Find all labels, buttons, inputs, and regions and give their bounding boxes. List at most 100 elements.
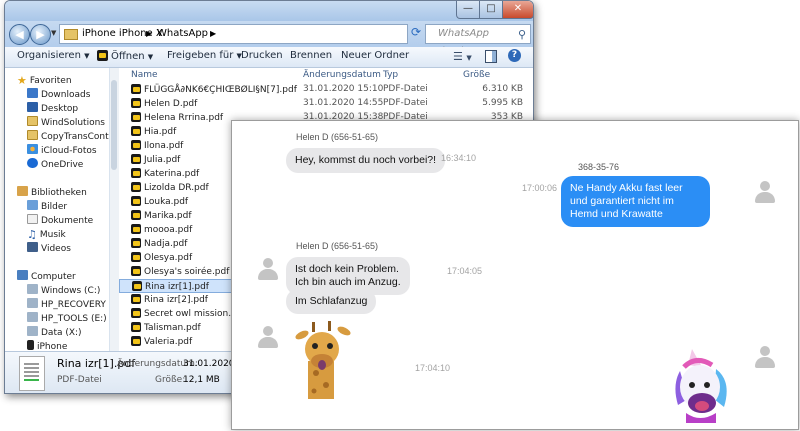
videos-icon bbox=[27, 242, 38, 252]
folder-icon bbox=[64, 29, 78, 40]
refresh-icon[interactable]: ⟳ bbox=[411, 25, 421, 39]
address-row: ◀ ▶ ▼ iPhone iPhone X ▶ WhatsApp ▶ ▼ ⟳ W… bbox=[5, 21, 533, 57]
minimize-button[interactable]: — bbox=[456, 1, 480, 19]
file-type: PDF-Datei bbox=[383, 84, 428, 94]
message-timestamp: 17:04:10 bbox=[415, 363, 451, 373]
file-name: Rina izr[2].pdf bbox=[131, 294, 208, 305]
pdf-icon bbox=[131, 266, 141, 276]
address-bar[interactable]: iPhone iPhone X ▶ WhatsApp ▶ ▼ bbox=[59, 24, 448, 44]
burn-button[interactable]: Brennen bbox=[290, 50, 332, 61]
file-name: Hia.pdf bbox=[131, 126, 176, 137]
pictures-icon bbox=[27, 200, 38, 210]
file-name: Secret owl mission.pdf bbox=[131, 308, 246, 319]
nav-favorites[interactable]: ★ Favoriten bbox=[17, 74, 121, 86]
search-input[interactable]: WhatsApp durchsuc... ⚲ bbox=[425, 24, 531, 57]
title-bar[interactable]: — □ ✕ bbox=[5, 1, 533, 21]
computer-icon bbox=[17, 270, 28, 280]
file-name: Julia.pdf bbox=[131, 154, 180, 165]
forward-button[interactable]: ▶ bbox=[30, 24, 51, 45]
pdf-icon bbox=[131, 336, 141, 346]
pdf-icon bbox=[131, 154, 141, 164]
navigation-pane: ★ Favoriten Downloads Desktop WindSolutio… bbox=[5, 68, 119, 352]
pdf-icon bbox=[131, 322, 141, 332]
file-name: Katerina.pdf bbox=[131, 168, 199, 179]
nav-computer[interactable]: Computer bbox=[17, 270, 121, 282]
incoming-message-bubble: Hey, kommst du noch vorbei?! bbox=[286, 148, 446, 173]
downloads-icon bbox=[27, 88, 38, 98]
file-size: 6.310 KB bbox=[482, 84, 523, 94]
nav-libraries[interactable]: Bibliotheken bbox=[17, 186, 121, 198]
detail-file-type: PDF-Datei bbox=[57, 375, 102, 385]
giraffe-sticker-icon bbox=[295, 321, 351, 399]
print-button[interactable]: Drucken bbox=[241, 50, 283, 61]
help-icon[interactable]: ? bbox=[508, 49, 521, 62]
phone-icon bbox=[27, 340, 34, 350]
outgoing-message-bubble: Ne Handy Akku fast leer und garantiert n… bbox=[561, 176, 710, 227]
unicorn-sticker-icon bbox=[675, 349, 727, 423]
scrollbar-thumb[interactable] bbox=[111, 80, 117, 170]
message-sender: 368-35-76 bbox=[578, 162, 620, 172]
file-name: Olesya.pdf bbox=[131, 252, 192, 263]
file-name: Olesya's soirée.pdf bbox=[131, 266, 229, 277]
breadcrumb-separator-icon[interactable]: ▶ bbox=[146, 25, 152, 43]
onedrive-cloud-icon bbox=[27, 158, 38, 168]
file-row[interactable]: Helen D.pdf 31.01.2020 14:55 PDF-Datei 5.99… bbox=[119, 97, 533, 111]
message-timestamp: 17:00:06 bbox=[522, 183, 558, 193]
file-name: Ilona.pdf bbox=[131, 140, 183, 151]
column-header-type[interactable]: Typ bbox=[383, 70, 398, 80]
pdf-icon bbox=[131, 224, 141, 234]
pdf-icon bbox=[131, 210, 141, 220]
pdf-icon bbox=[131, 238, 141, 248]
pdf-icon bbox=[131, 294, 141, 304]
folder-icon bbox=[27, 130, 38, 140]
file-date: 31.01.2020 15:10 bbox=[303, 84, 384, 94]
breadcrumb-whatsapp[interactable]: WhatsApp bbox=[157, 25, 208, 43]
pdf-icon bbox=[131, 196, 141, 206]
pdf-icon bbox=[131, 252, 141, 262]
recent-pages-chevron-icon[interactable]: ▼ bbox=[51, 29, 56, 37]
nav-scrollbar[interactable] bbox=[109, 68, 119, 351]
drive-icon bbox=[27, 298, 38, 308]
column-header-size[interactable]: Größe bbox=[463, 70, 490, 80]
column-header-date[interactable]: Änderungsdatum bbox=[303, 70, 381, 80]
back-button[interactable]: ◀ bbox=[9, 24, 30, 45]
libraries-icon bbox=[17, 186, 28, 196]
breadcrumb-separator-icon[interactable]: ▶ bbox=[210, 25, 216, 43]
share-button[interactable]: Freigeben für ▼ bbox=[167, 50, 242, 61]
pdf-icon bbox=[131, 112, 141, 122]
file-name: Valeria.pdf bbox=[131, 336, 192, 347]
command-bar: Organisieren ▼ Öffnen ▼ Freigeben für ▼ … bbox=[5, 47, 533, 68]
icloud-photos-icon bbox=[27, 144, 38, 154]
search-icon[interactable]: ⚲ bbox=[518, 26, 526, 44]
close-button[interactable]: ✕ bbox=[502, 1, 533, 19]
pdf-icon bbox=[131, 98, 141, 108]
message-timestamp: 16:34:10 bbox=[441, 153, 477, 163]
file-name: moooa.pdf bbox=[131, 224, 192, 235]
message-sender: Helen D (656-51-65) bbox=[296, 241, 379, 251]
desktop-icon bbox=[27, 102, 38, 112]
new-folder-button[interactable]: Neuer Ordner bbox=[341, 50, 409, 61]
file-name: FLÜGGÅ∂NK6€ÇHIŒBØLI§N[7].pdf bbox=[131, 84, 297, 95]
pdf-icon bbox=[131, 140, 141, 150]
organize-button[interactable]: Organisieren ▼ bbox=[17, 50, 90, 61]
maximize-button[interactable]: □ bbox=[479, 1, 503, 19]
drive-icon bbox=[27, 326, 38, 336]
star-icon: ★ bbox=[17, 74, 27, 86]
file-name: Louka.pdf bbox=[131, 196, 188, 207]
open-button[interactable]: Öffnen ▼ bbox=[97, 50, 153, 62]
column-header-name[interactable]: Name bbox=[131, 70, 158, 80]
preview-pane-icon[interactable] bbox=[485, 50, 497, 63]
music-note-icon: ♫ bbox=[27, 228, 37, 240]
message-sender: Helen D (656-51-65) bbox=[296, 132, 379, 142]
incoming-message-bubble: Im Schlafanzug bbox=[286, 289, 377, 314]
pdf-icon bbox=[97, 50, 108, 61]
file-name: Lizolda DR.pdf bbox=[131, 182, 209, 193]
message-timestamp: 17:04:05 bbox=[447, 266, 483, 276]
file-date: 31.01.2020 14:55 bbox=[303, 98, 384, 108]
detail-size-value: 12,1 MB bbox=[183, 375, 220, 385]
file-row[interactable]: FLÜGGÅ∂NK6€ÇHIŒBØLI§N[7].pdf 31.01.2020 1… bbox=[119, 83, 533, 97]
pdf-icon bbox=[131, 308, 141, 318]
file-type: PDF-Datei bbox=[383, 98, 428, 108]
view-options-icon[interactable]: ☰ ▼ bbox=[453, 50, 472, 63]
pdf-icon bbox=[131, 126, 141, 136]
